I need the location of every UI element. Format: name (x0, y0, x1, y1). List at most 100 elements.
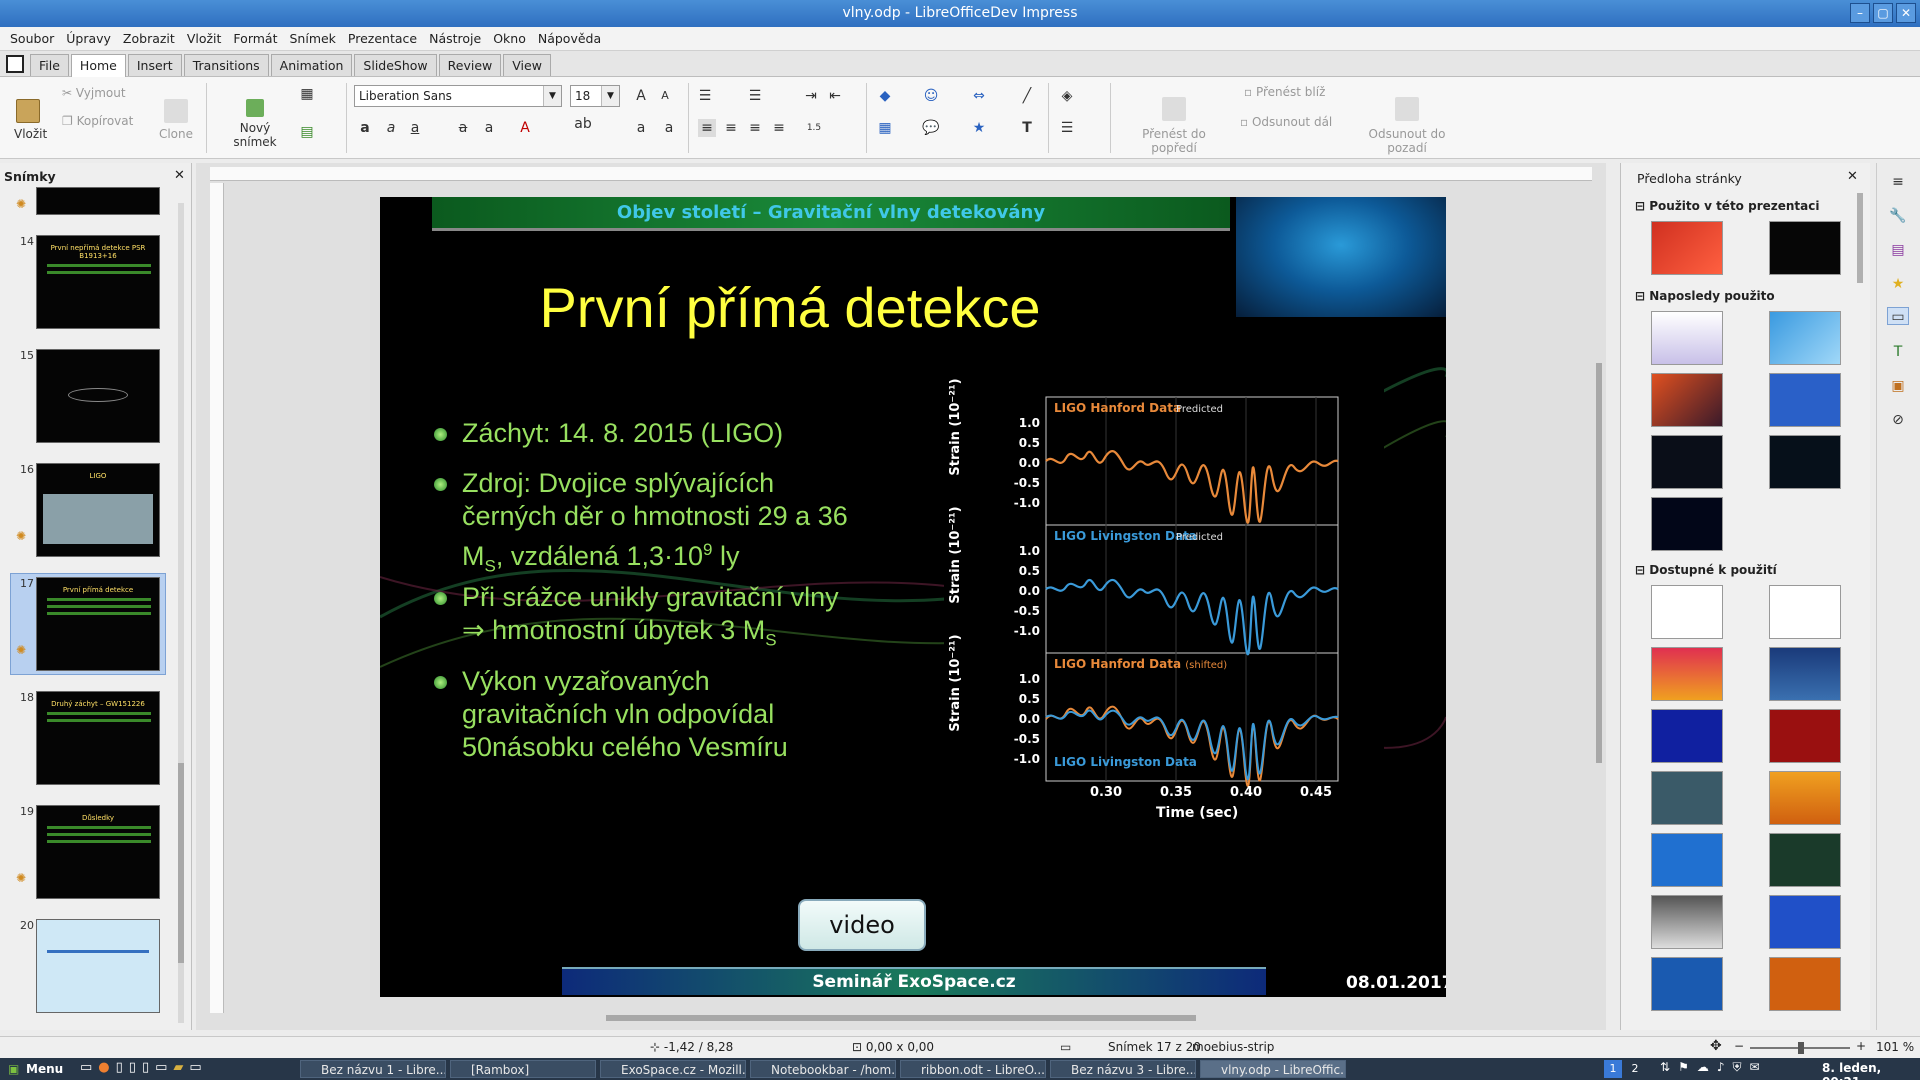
bold-icon[interactable]: a (356, 119, 374, 137)
close-window-button[interactable]: ✕ (1896, 3, 1916, 23)
chevron-down-icon[interactable]: ▼ (601, 86, 619, 106)
slide-canvas[interactable]: Objev století – Gravitační vlny deteková… (380, 197, 1446, 997)
gallery-icon[interactable]: ▣ (1889, 377, 1907, 395)
minimize-button[interactable]: – (1850, 3, 1870, 23)
line-spacing-icon[interactable]: 1.5 (800, 119, 828, 137)
master-thumbnail[interactable] (1769, 585, 1841, 639)
tab-home[interactable]: Home (70, 54, 126, 77)
network-icon[interactable]: ⇅ (1660, 1060, 1670, 1075)
master-thumbnail[interactable] (1769, 957, 1841, 1011)
menu-icon[interactable]: ≡ (1889, 173, 1907, 191)
show-desktop-icon[interactable]: ▭ (80, 1060, 92, 1078)
wrench-icon[interactable]: 🔧 (1889, 207, 1907, 225)
master-thumbnail[interactable] (1651, 957, 1723, 1011)
fill-icon[interactable]: ◈ (1058, 87, 1076, 105)
navigator-icon[interactable]: ⊘ (1889, 411, 1907, 429)
diamond-shape-icon[interactable]: ◆ (876, 87, 894, 105)
tab-file[interactable]: File (30, 54, 69, 76)
align-center-icon[interactable]: ≡ (722, 119, 740, 137)
table-icon[interactable]: ▦ (876, 119, 894, 137)
section-used[interactable]: ⊟ Použito v této prezentaci (1635, 199, 1819, 213)
strikethrough-icon[interactable]: a (454, 119, 472, 137)
master-thumbnail[interactable] (1651, 833, 1723, 887)
font-name-box[interactable]: Liberation Sans ▼ (354, 85, 562, 107)
clone-button[interactable]: Clone (158, 99, 194, 141)
master-thumbnail[interactable] (1769, 311, 1841, 365)
new-slide-button[interactable]: Nový snímek (220, 99, 290, 149)
cut-button[interactable]: ✂ Vyjmout (62, 86, 126, 100)
zoom-level[interactable]: 101 % (1876, 1040, 1914, 1054)
bring-forward-button[interactable]: ▫ Přenést blíž (1244, 85, 1325, 99)
slide-thumbnail-19[interactable]: Důsledky (36, 805, 160, 899)
align-right-icon[interactable]: ≡ (746, 119, 764, 137)
grow-font-icon[interactable]: A (632, 87, 650, 105)
scroll-thumb[interactable] (178, 763, 184, 963)
menu-upravy[interactable]: Úpravy (60, 27, 117, 50)
section-recent[interactable]: ⊟ Naposledy použito (1635, 289, 1775, 303)
master-thumbnail[interactable] (1651, 221, 1723, 275)
sidebar-scrollbar[interactable] (1857, 193, 1863, 283)
task-button-active[interactable]: vlny.odp - LibreOffic... (1200, 1060, 1346, 1078)
master-thumbnail[interactable] (1651, 709, 1723, 763)
bullets-icon[interactable]: ☰ (696, 87, 714, 105)
italic-icon[interactable]: a (382, 119, 400, 137)
master-slides-icon[interactable]: ▭ (1887, 307, 1909, 325)
task-button[interactable]: ribbon.odt - LibreO... (900, 1060, 1046, 1078)
weather-icon[interactable]: ☁ (1697, 1060, 1709, 1075)
master-thumbnail[interactable] (1769, 833, 1841, 887)
master-thumbnail[interactable] (1651, 373, 1723, 427)
slide-thumbnail-16[interactable]: LIGO (36, 463, 160, 557)
fit-slide-icon[interactable]: ✥ (1710, 1038, 1722, 1054)
workspace-2[interactable]: 2 (1626, 1060, 1644, 1078)
tab-review[interactable]: Review (438, 54, 502, 76)
master-thumbnail[interactable] (1769, 373, 1841, 427)
font-color-icon[interactable]: A (516, 119, 534, 137)
writer-icon[interactable]: ▯ (129, 1060, 136, 1078)
indent-decrease-icon[interactable]: ⇤ (826, 87, 844, 105)
master-thumbnail[interactable] (1769, 771, 1841, 825)
master-thumbnail[interactable] (1769, 221, 1841, 275)
task-button[interactable]: [Rambox] (450, 1060, 596, 1078)
video-button[interactable]: video (798, 899, 926, 951)
layout-icon[interactable]: ▦ (298, 85, 316, 103)
volume-icon[interactable]: ♪ (1717, 1060, 1725, 1075)
tab-view[interactable]: View (503, 54, 551, 76)
line-style-icon[interactable]: ☰ (1058, 119, 1076, 137)
zoom-slider[interactable] (1750, 1042, 1850, 1054)
shield-icon[interactable]: ⛨ (1733, 1060, 1742, 1075)
menu-okno[interactable]: Okno (487, 27, 532, 50)
save-status-icon[interactable]: ▭ (1060, 1040, 1071, 1054)
task-button[interactable]: Notebookbar - /hom... (750, 1060, 896, 1078)
start-menu-button[interactable]: ▣ Menu (4, 1060, 63, 1078)
underline-icon[interactable]: a (406, 119, 424, 137)
menu-format[interactable]: Formát (227, 27, 283, 50)
numbering-icon[interactable]: ☰ (746, 87, 764, 105)
send-to-back-button[interactable]: Odsunout do pozadí (1352, 97, 1462, 155)
master-thumbnail[interactable] (1651, 311, 1723, 365)
bring-to-front-button[interactable]: Přenést do popředí (1124, 97, 1224, 155)
chat-icon[interactable]: ✉ (1750, 1060, 1760, 1075)
vertical-scrollbar[interactable] (1596, 363, 1602, 763)
horizontal-ruler[interactable] (210, 167, 1592, 181)
font-size-box[interactable]: 18 ▼ (570, 85, 620, 107)
slide-thumbnail-14[interactable]: První nepřímá detekce PSR B1913+16 (36, 235, 160, 329)
slide-thumbnail-18[interactable]: Druhý záchyt – GW151226 (36, 691, 160, 785)
section-available[interactable]: ⊟ Dostupné k použití (1635, 563, 1777, 577)
impress-icon[interactable]: ▯ (142, 1060, 149, 1078)
slide-thumbnail[interactable] (36, 187, 160, 215)
slide-thumbnail-17[interactable]: První přímá detekce (36, 577, 160, 671)
master-thumbnail[interactable] (1769, 895, 1841, 949)
styles-icon[interactable]: T (1889, 343, 1907, 361)
animation-star-icon[interactable]: ★ (1889, 275, 1907, 293)
paste-button[interactable]: Vložit (14, 99, 47, 153)
menu-napoveda[interactable]: Nápověda (532, 27, 607, 50)
tab-transitions[interactable]: Transitions (183, 54, 269, 76)
case-icon[interactable]: a (660, 119, 678, 137)
shadow-icon[interactable]: a (480, 119, 498, 137)
close-icon[interactable]: ✕ (174, 168, 185, 183)
line-icon[interactable]: ╱ (1018, 87, 1036, 105)
justify-icon[interactable]: ≡ (770, 119, 788, 137)
menu-nastroje[interactable]: Nástroje (423, 27, 487, 50)
tab-insert[interactable]: Insert (127, 54, 182, 76)
master-thumbnail[interactable] (1651, 647, 1723, 701)
